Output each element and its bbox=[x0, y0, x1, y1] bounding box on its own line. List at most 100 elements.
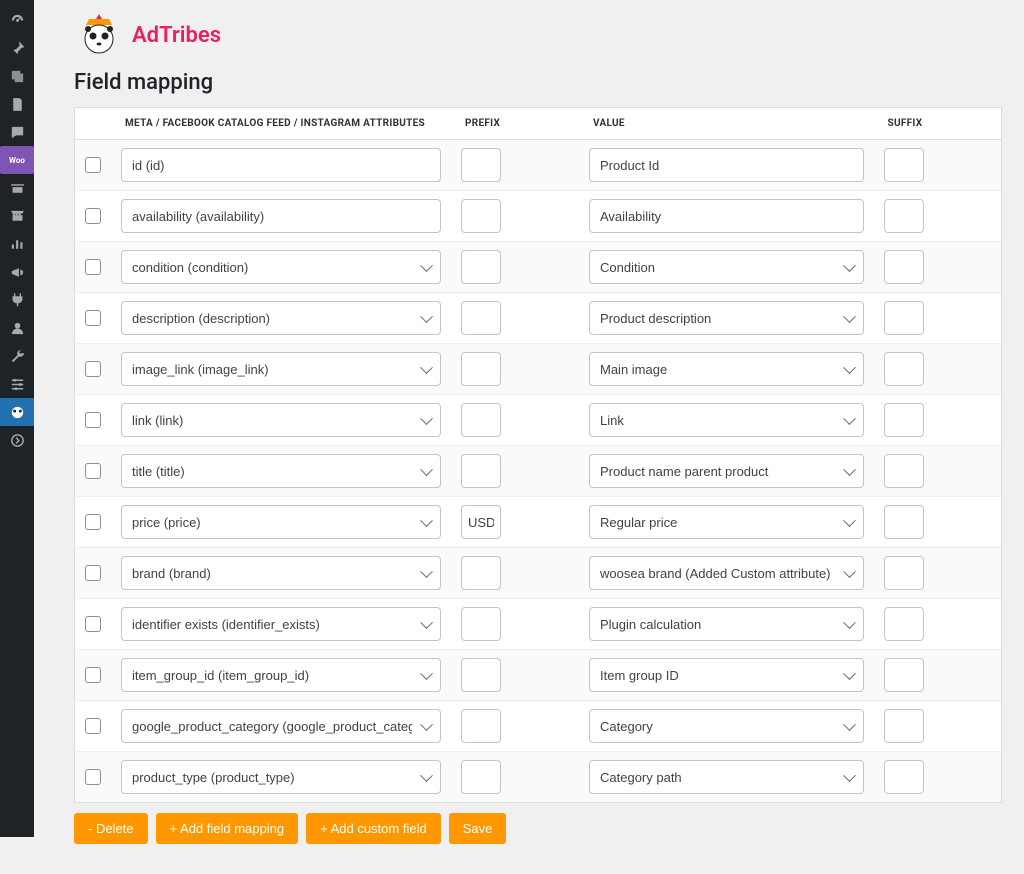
prefix-input[interactable] bbox=[461, 352, 501, 386]
value-select[interactable]: Condition bbox=[589, 250, 864, 284]
row-checkbox[interactable] bbox=[85, 259, 101, 275]
prefix-input[interactable] bbox=[461, 556, 501, 590]
value-select[interactable]: Item group ID bbox=[589, 658, 864, 692]
table-row: title (title) Product name parent product bbox=[75, 446, 1002, 497]
suffix-input[interactable] bbox=[884, 199, 924, 233]
attribute-select[interactable]: price (price) bbox=[121, 505, 441, 539]
prefix-input[interactable] bbox=[461, 658, 501, 692]
suffix-input[interactable] bbox=[884, 760, 924, 794]
sidebar-item-plugins[interactable] bbox=[0, 286, 34, 314]
value-select[interactable]: Product description bbox=[589, 301, 864, 335]
value-select[interactable]: Regular price bbox=[589, 505, 864, 539]
attribute-select[interactable]: link (link) bbox=[121, 403, 441, 437]
add-custom-field-button[interactable]: + Add custom field bbox=[306, 813, 441, 844]
attribute-select[interactable]: item_group_id (item_group_id) bbox=[121, 658, 441, 692]
sidebar-item-dashboard[interactable] bbox=[0, 6, 34, 34]
prefix-input[interactable] bbox=[461, 607, 501, 641]
suffix-input[interactable] bbox=[884, 556, 924, 590]
value-input[interactable] bbox=[589, 148, 864, 182]
table-row: identifier exists (identifier_exists) Plu… bbox=[75, 599, 1002, 650]
sidebar-item-woo[interactable]: Woo bbox=[0, 146, 34, 174]
row-checkbox[interactable] bbox=[85, 565, 101, 581]
col-attribute: META / FACEBOOK CATALOG FEED / INSTAGRAM… bbox=[111, 108, 451, 140]
prefix-input[interactable] bbox=[461, 505, 501, 539]
prefix-input[interactable] bbox=[461, 148, 501, 182]
brand-logo bbox=[74, 10, 124, 60]
field-mapping-table: META / FACEBOOK CATALOG FEED / INSTAGRAM… bbox=[74, 107, 1002, 803]
value-select[interactable]: Category bbox=[589, 709, 864, 743]
table-row: image_link (image_link) Main image bbox=[75, 344, 1002, 395]
suffix-input[interactable] bbox=[884, 301, 924, 335]
prefix-input[interactable] bbox=[461, 760, 501, 794]
suffix-input[interactable] bbox=[884, 250, 924, 284]
attribute-select[interactable]: identifier exists (identifier_exists) bbox=[121, 607, 441, 641]
suffix-input[interactable] bbox=[884, 709, 924, 743]
table-row: condition (condition) Condition bbox=[75, 242, 1002, 293]
table-row: price (price) Regular price bbox=[75, 497, 1002, 548]
suffix-input[interactable] bbox=[884, 148, 924, 182]
value-select[interactable]: Link bbox=[589, 403, 864, 437]
row-checkbox[interactable] bbox=[85, 718, 101, 734]
value-input[interactable] bbox=[589, 199, 864, 233]
row-checkbox[interactable] bbox=[85, 616, 101, 632]
sidebar-item-adtribes[interactable] bbox=[0, 398, 34, 426]
row-checkbox[interactable] bbox=[85, 157, 101, 173]
prefix-input[interactable] bbox=[461, 301, 501, 335]
panda-icon bbox=[9, 404, 26, 421]
attribute-select[interactable]: brand (brand) bbox=[121, 556, 441, 590]
sidebar-item-appearance[interactable] bbox=[0, 202, 34, 230]
row-checkbox[interactable] bbox=[85, 463, 101, 479]
row-checkbox[interactable] bbox=[85, 412, 101, 428]
save-button[interactable]: Save bbox=[449, 813, 507, 844]
sidebar-item-marketing[interactable] bbox=[0, 258, 34, 286]
value-select[interactable]: Main image bbox=[589, 352, 864, 386]
row-checkbox[interactable] bbox=[85, 361, 101, 377]
row-checkbox[interactable] bbox=[85, 769, 101, 785]
value-select[interactable]: woosea brand (Added Custom attribute) bbox=[589, 556, 864, 590]
sidebar-item-media[interactable] bbox=[0, 62, 34, 90]
row-checkbox[interactable] bbox=[85, 514, 101, 530]
action-bar: - Delete + Add field mapping + Add custo… bbox=[74, 813, 1002, 844]
row-checkbox[interactable] bbox=[85, 310, 101, 326]
suffix-input[interactable] bbox=[884, 607, 924, 641]
sidebar-item-settings[interactable] bbox=[0, 370, 34, 398]
sidebar-item-products[interactable] bbox=[0, 174, 34, 202]
attribute-input[interactable] bbox=[121, 199, 441, 233]
delete-button[interactable]: - Delete bbox=[74, 813, 148, 844]
row-checkbox[interactable] bbox=[85, 667, 101, 683]
attribute-select[interactable]: product_type (product_type) bbox=[121, 760, 441, 794]
sidebar-item-collapse[interactable] bbox=[0, 426, 34, 454]
value-select[interactable]: Category path bbox=[589, 760, 864, 794]
suffix-input[interactable] bbox=[884, 505, 924, 539]
col-prefix: PREFIX bbox=[451, 108, 579, 140]
attribute-select[interactable]: image_link (image_link) bbox=[121, 352, 441, 386]
attribute-input[interactable] bbox=[121, 148, 441, 182]
user-icon bbox=[9, 320, 26, 337]
sidebar-item-tools[interactable] bbox=[0, 342, 34, 370]
prefix-input[interactable] bbox=[461, 250, 501, 284]
bars-icon bbox=[9, 236, 26, 253]
sidebar-item-pages[interactable] bbox=[0, 90, 34, 118]
suffix-input[interactable] bbox=[884, 352, 924, 386]
add-field-mapping-button[interactable]: + Add field mapping bbox=[156, 813, 299, 844]
sidebar-item-analytics[interactable] bbox=[0, 230, 34, 258]
suffix-input[interactable] bbox=[884, 403, 924, 437]
plug-icon bbox=[9, 292, 26, 309]
suffix-input[interactable] bbox=[884, 658, 924, 692]
value-select[interactable]: Product name parent product bbox=[589, 454, 864, 488]
prefix-input[interactable] bbox=[461, 709, 501, 743]
value-select[interactable]: Plugin calculation bbox=[589, 607, 864, 641]
sidebar-item-comments[interactable] bbox=[0, 118, 34, 146]
prefix-input[interactable] bbox=[461, 454, 501, 488]
row-checkbox[interactable] bbox=[85, 208, 101, 224]
attribute-select[interactable]: condition (condition) bbox=[121, 250, 441, 284]
prefix-input[interactable] bbox=[461, 403, 501, 437]
sidebar-item-posts[interactable] bbox=[0, 34, 34, 62]
suffix-input[interactable] bbox=[884, 454, 924, 488]
sidebar-item-users[interactable] bbox=[0, 314, 34, 342]
attribute-select[interactable]: google_product_category (google_product_… bbox=[121, 709, 441, 743]
prefix-input[interactable] bbox=[461, 199, 501, 233]
attribute-select[interactable]: description (description) bbox=[121, 301, 441, 335]
attribute-select[interactable]: title (title) bbox=[121, 454, 441, 488]
table-row: product_type (product_type) Category path bbox=[75, 752, 1002, 803]
